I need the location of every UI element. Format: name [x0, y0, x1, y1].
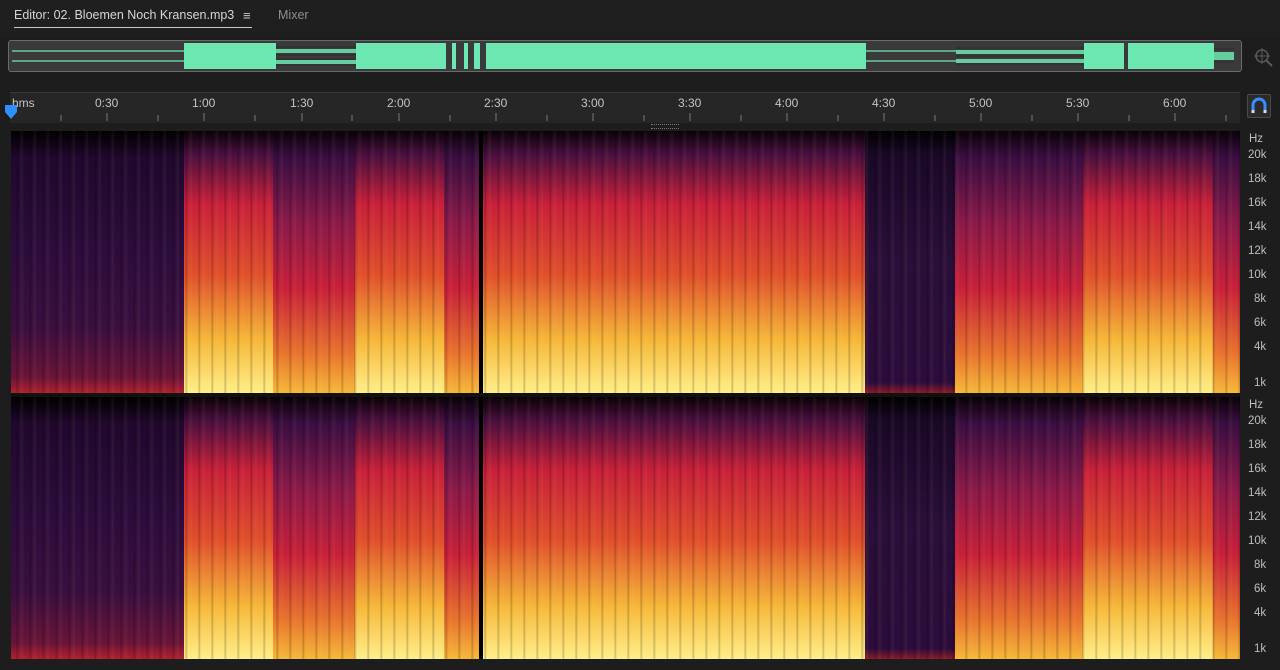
hz-tick-label: 12k: [1248, 511, 1267, 523]
spectral-frequency-display[interactable]: [11, 131, 1240, 659]
hz-tick-label: 16k: [1248, 197, 1267, 209]
hz-tick-label: 1k: [1254, 377, 1267, 389]
hz-tick-label: 8k: [1254, 293, 1267, 305]
panel-bottom-edge: [0, 659, 1280, 670]
hz-tick-label: 4k: [1254, 341, 1267, 353]
hz-tick-label: 10k: [1248, 535, 1267, 547]
hz-tick-label: 14k: [1248, 487, 1267, 499]
spectrogram-texture: [11, 397, 1240, 659]
hz-tick-label: 14k: [1248, 221, 1267, 233]
hz-tick-label: 6k: [1254, 583, 1267, 595]
overview-waveform-graphic: [12, 43, 1238, 69]
snap-toggle-button[interactable]: [1247, 94, 1271, 118]
spectrogram-channel-right: [11, 397, 1240, 659]
hz-tick-label: 20k: [1248, 415, 1267, 427]
active-tab-indicator: [14, 27, 252, 28]
overview-waveform[interactable]: [8, 40, 1242, 72]
zoom-navigator-icon[interactable]: [1252, 46, 1274, 68]
spectrogram-channel-left: [11, 131, 1240, 393]
panel-menu-icon[interactable]: ≡: [243, 8, 251, 23]
hz-tick-label: 18k: [1248, 173, 1267, 185]
ruler-ticks: [60, 113, 1227, 121]
hz-unit-label: Hz: [1249, 133, 1264, 145]
time-ruler[interactable]: hms 0:30 1:00 1:30 2:00 2:30 3:00 3:30 4…: [10, 92, 1240, 123]
panel-resize-grip[interactable]: [651, 124, 679, 129]
hz-unit-label: Hz: [1249, 399, 1264, 411]
tab-mixer[interactable]: Mixer: [278, 8, 309, 22]
spectrogram-texture: [11, 131, 1240, 393]
hz-tick-label: 1k: [1254, 643, 1267, 655]
frequency-axis: Hz 20k 18k 16k 14k 12k 10k 8k 6k 4k 1k H…: [1240, 131, 1280, 659]
playhead-marker[interactable]: [4, 104, 18, 120]
hz-tick-label: 20k: [1248, 149, 1267, 161]
hz-tick-label: 18k: [1248, 439, 1267, 451]
hz-tick-label: 6k: [1254, 317, 1267, 329]
hz-tick-label: 16k: [1248, 463, 1267, 475]
hz-tick-label: 10k: [1248, 269, 1267, 281]
hz-tick-label: 4k: [1254, 607, 1267, 619]
magnet-icon: [1251, 97, 1267, 113]
hz-tick-label: 8k: [1254, 559, 1267, 571]
tab-editor[interactable]: Editor: 02. Bloemen Noch Kransen.mp3: [14, 8, 234, 22]
hz-tick-label: 12k: [1248, 245, 1267, 257]
panel-tab-bar: Editor: 02. Bloemen Noch Kransen.mp3 ≡ M…: [0, 0, 1280, 34]
